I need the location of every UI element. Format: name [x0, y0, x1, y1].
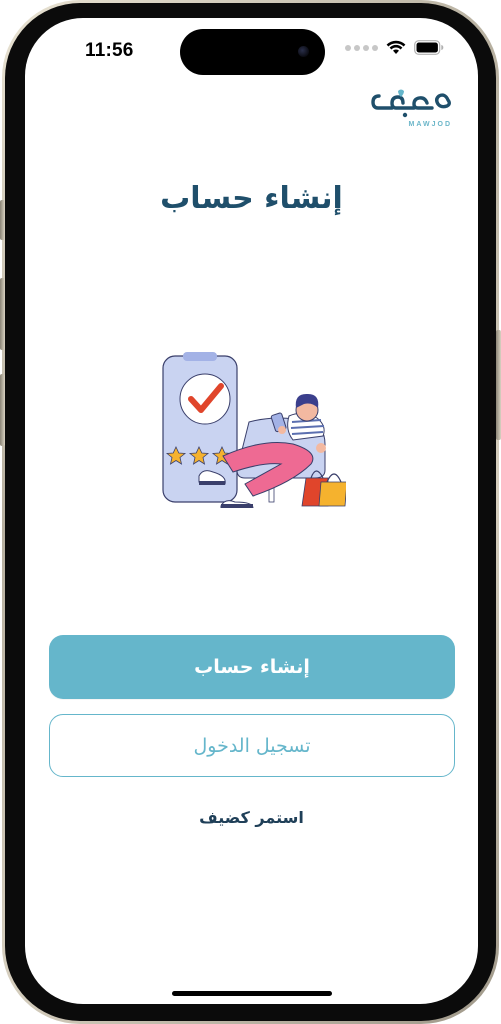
power-button [496, 330, 501, 440]
app-logo: MAWJOD [368, 88, 452, 128]
app-screen: 11:56 MAWJOD إنشاء حساب إنشاء حساب تسجيل… [25, 18, 478, 1004]
status-bar: 11:56 [25, 18, 478, 82]
wifi-icon [386, 40, 406, 54]
login-button[interactable]: تسجيل الدخول [49, 714, 455, 777]
create-account-button[interactable]: إنشاء حساب [49, 635, 455, 699]
status-time: 11:56 [85, 40, 134, 61]
dynamic-island [180, 29, 325, 75]
page-title: إنشاء حساب [160, 181, 343, 216]
battery-icon [414, 40, 444, 55]
home-indicator [172, 991, 332, 996]
action-button [0, 200, 5, 240]
front-camera-icon [298, 46, 309, 57]
logo-subtext: MAWJOD [408, 121, 452, 128]
phone-frame: 11:56 MAWJOD إنشاء حساب إنشاء حساب تسجيل… [0, 0, 501, 1024]
volume-down-button [0, 374, 5, 446]
shopping-review-illustration [162, 352, 346, 508]
status-icons [345, 40, 444, 55]
cellular-signal-icon [345, 44, 378, 51]
logo-mark-icon [371, 89, 451, 118]
continue-as-guest-link[interactable]: استمر كضيف [25, 808, 478, 827]
volume-up-button [0, 278, 5, 350]
